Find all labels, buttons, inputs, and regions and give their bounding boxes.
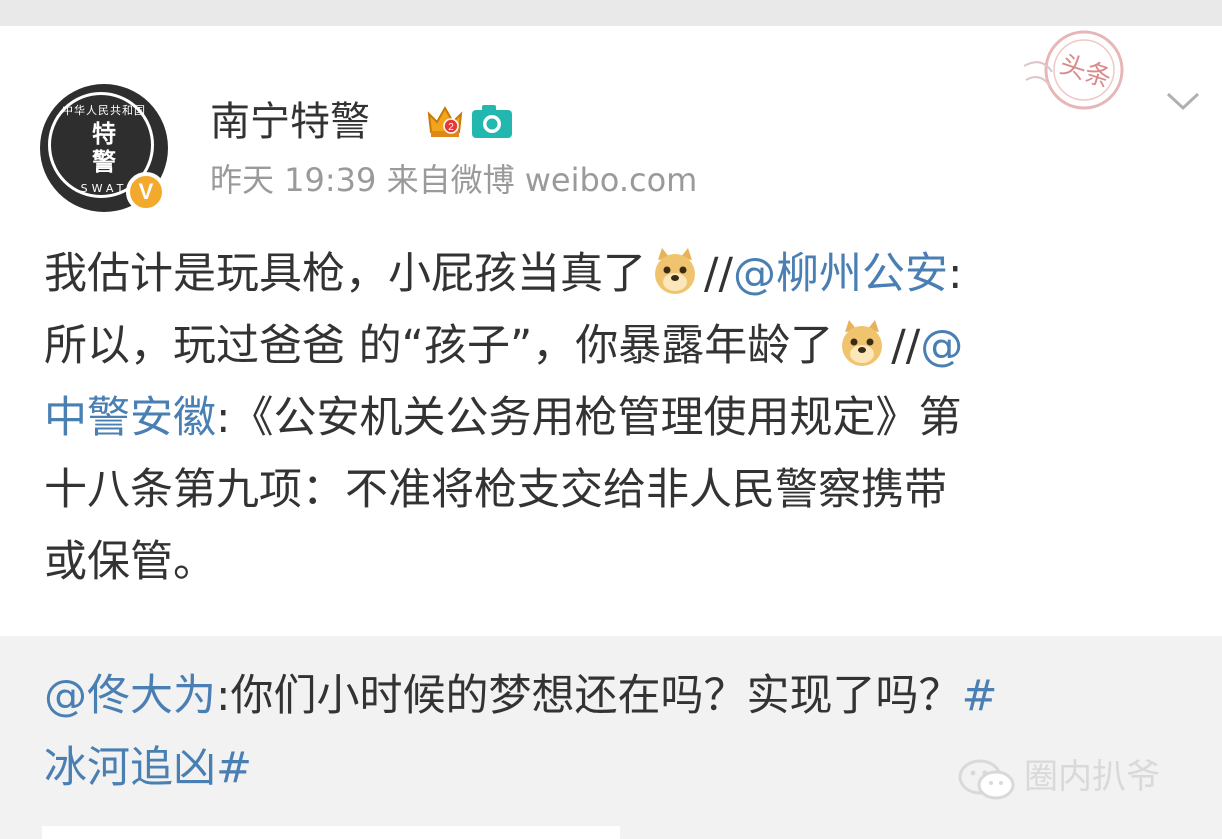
post-line-1: 我估计是玩具枪，小屁孩当真了 //@柳州公安: (44, 238, 1194, 310)
post-text-segment: 我估计是玩具枪，小屁孩当真了 (44, 249, 646, 299)
wechat-icon (958, 759, 1015, 799)
crown-icon[interactable]: 2 (425, 102, 465, 140)
verified-icon: V (126, 172, 166, 212)
svg-text:2: 2 (448, 122, 454, 133)
watermark: 圈内扒爷 (956, 752, 1160, 802)
headline-stamp: 头条 (1023, 30, 1124, 110)
hashtag-link[interactable]: 冰河追凶# (44, 743, 252, 793)
post-text-segment: : (947, 249, 963, 299)
repost-separator: // (704, 249, 733, 299)
mention-link-anhui[interactable]: @ (920, 321, 963, 371)
doge-emoji (655, 248, 695, 294)
avatar-ring-text: 中华人民共和国 (62, 104, 146, 117)
doge-emoji (842, 320, 883, 366)
avatar-char-1: 特 (92, 120, 116, 148)
hashtag-start[interactable]: # (962, 671, 998, 721)
repost-line-1: @佟大为:你们小时候的梦想还在吗？实现了吗？# (44, 660, 1194, 732)
post-meta: 昨天 19:39 来自微博 weibo.com (210, 161, 698, 199)
post-text: 我估计是玩具枪，小屁孩当真了 //@柳州公安: 所以，玩过爸爸 的“孩子”，你暴… (44, 238, 1194, 598)
post-text-segment: 十八条第九项：不准将枪支交给非人民警察携带 (44, 465, 947, 515)
top-strip (0, 0, 1222, 26)
mention-link-anhui-name[interactable]: 中警安徽 (44, 393, 216, 443)
repost-text: :你们小时候的梦想还在吗？实现了吗？ (216, 671, 962, 721)
camera-icon[interactable] (470, 102, 514, 140)
mention-link-tong[interactable]: @佟大为 (44, 671, 216, 721)
chevron-down-icon[interactable] (1164, 88, 1202, 114)
username[interactable]: 南宁特警 (210, 96, 370, 148)
post-line-2: 所以，玩过爸爸 的“孩子”，你暴露年龄了 //@ (44, 310, 1194, 382)
post-line-3: 中警安徽:《公安机关公务用枪管理使用规定》第 (44, 382, 1194, 454)
stamp-text: 头条 (1056, 50, 1115, 95)
post-text-segment: 所以，玩过爸爸 的“孩子”，你暴露年龄了 (44, 321, 834, 371)
post-text-segment: 或保管。 (44, 537, 216, 587)
post-line-4: 十八条第九项：不准将枪支交给非人民警察携带 (44, 454, 1194, 526)
repost-separator: // (891, 321, 921, 371)
post-line-5: 或保管。 (44, 526, 1194, 598)
mention-link-liuzhou[interactable]: @柳州公安 (733, 249, 948, 299)
bottom-edge (42, 826, 620, 839)
watermark-text: 圈内扒爷 (1024, 757, 1160, 797)
post-text-segment: :《公安机关公务用枪管理使用规定》第 (216, 393, 962, 443)
